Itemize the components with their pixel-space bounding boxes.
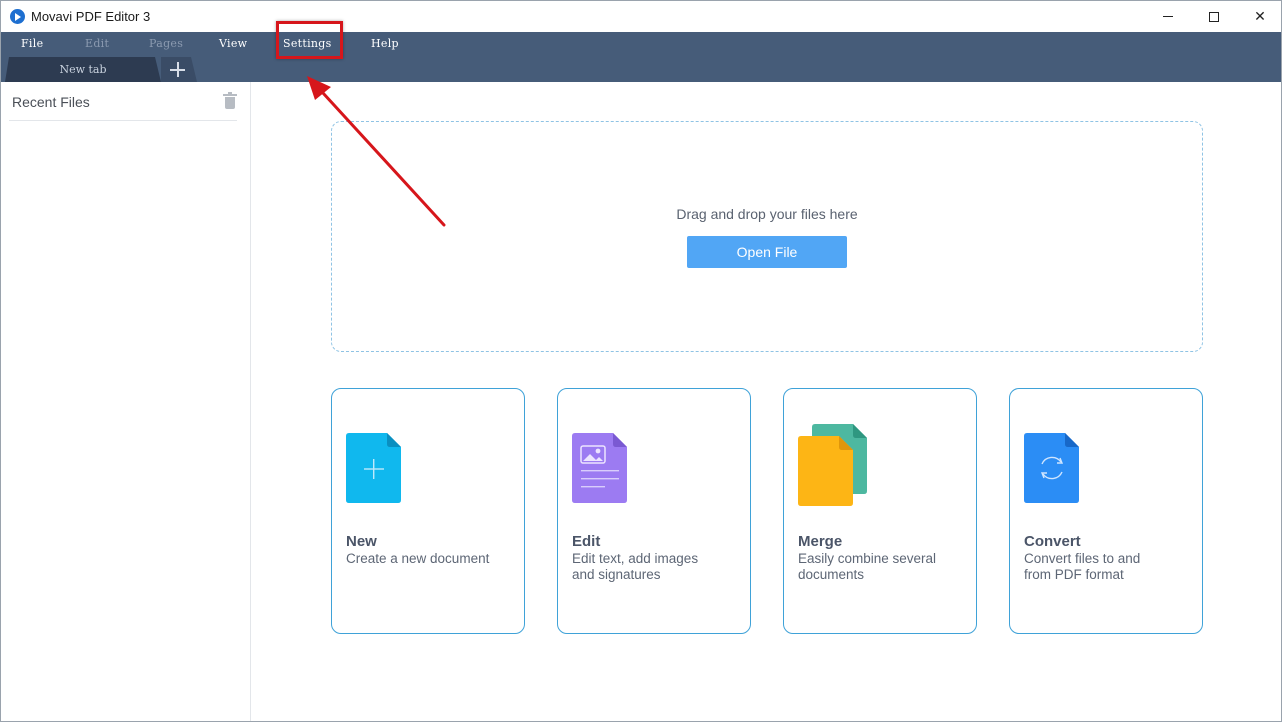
merge-documents-card[interactable]: Merge Easily combine several documents — [783, 388, 977, 634]
trash-icon[interactable] — [223, 92, 237, 109]
card-title: Edit — [572, 533, 601, 550]
menu-pages[interactable]: Pages — [149, 37, 183, 50]
open-file-button[interactable]: Open File — [687, 236, 847, 268]
sidebar-divider — [9, 120, 237, 121]
merge-documents-icon — [798, 424, 867, 506]
menu-edit[interactable]: Edit — [85, 37, 109, 50]
tab-label: New tab — [59, 63, 107, 76]
minimize-button[interactable] — [1145, 1, 1191, 32]
recent-files-sidebar: Recent Files — [1, 82, 251, 721]
edit-document-card[interactable]: Edit Edit text, add images and signature… — [557, 388, 751, 634]
movavi-logo-icon — [10, 9, 25, 24]
new-document-card[interactable]: New Create a new document — [331, 388, 525, 634]
app-window: Movavi PDF Editor 3 ✕ File Edit Pages Vi… — [0, 0, 1282, 722]
card-description: Create a new document — [346, 551, 490, 566]
card-description: Edit text, add images and signatures — [572, 551, 699, 582]
menu-help[interactable]: Help — [371, 37, 399, 50]
new-document-icon — [346, 433, 401, 503]
settings-highlight-box — [276, 21, 343, 59]
plus-icon — [170, 62, 185, 77]
card-title: New — [346, 533, 377, 550]
drop-zone-text: Drag and drop your files here — [676, 206, 858, 222]
card-title: Merge — [798, 533, 843, 550]
title-bar: Movavi PDF Editor 3 ✕ — [1, 1, 1281, 32]
convert-document-icon — [1024, 433, 1079, 503]
card-description: Easily combine several documents — [798, 551, 937, 582]
edit-document-icon — [572, 433, 627, 503]
minimize-icon — [1163, 16, 1173, 17]
card-description: Convert files to and from PDF format — [1024, 551, 1141, 582]
close-button[interactable]: ✕ — [1237, 1, 1281, 32]
window-title: Movavi PDF Editor 3 — [31, 9, 151, 24]
menu-file[interactable]: File — [21, 37, 43, 50]
sidebar-title: Recent Files — [12, 94, 90, 110]
maximize-icon — [1209, 11, 1219, 22]
card-title: Convert — [1024, 533, 1081, 550]
file-drop-zone[interactable]: Drag and drop your files here Open File — [331, 121, 1203, 352]
close-icon: ✕ — [1254, 8, 1266, 25]
add-tab-button[interactable] — [161, 57, 197, 82]
menu-bar: File Edit Pages View Settings Help New t… — [1, 32, 1281, 82]
menu-view[interactable]: View — [219, 37, 247, 50]
maximize-button[interactable] — [1191, 1, 1237, 32]
convert-document-card[interactable]: Convert Convert files to and from PDF fo… — [1009, 388, 1203, 634]
